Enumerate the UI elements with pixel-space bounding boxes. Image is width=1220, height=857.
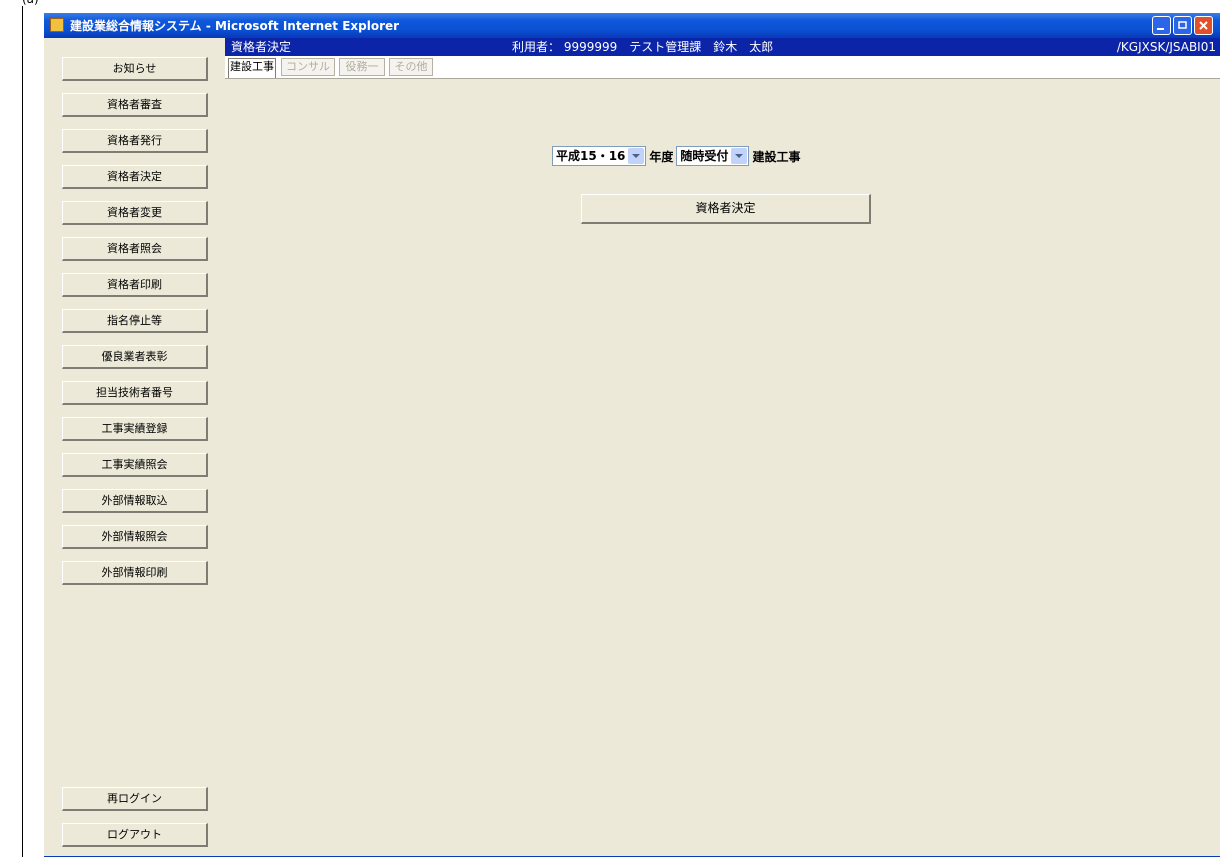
screen-id: /KGJXSK/JSABI01 bbox=[1116, 40, 1216, 54]
restore-icon bbox=[1178, 21, 1187, 29]
sidebar-item-qualification-issue[interactable]: 資格者発行 bbox=[62, 129, 208, 153]
tab-strip: 建設工事 コンサル 役務一 その他 bbox=[225, 56, 1220, 79]
sidebar-item-qualification-inquiry[interactable]: 資格者照会 bbox=[62, 237, 208, 261]
window-title: 建設業総合情報システム - Microsoft Internet Explore… bbox=[70, 19, 400, 33]
header-bar: 資格者決定 利用者： 9999999 テスト管理課 鈴木 太郎 /KGJXSK/… bbox=[225, 38, 1220, 56]
fiscal-year-value: 平成15・16 bbox=[556, 149, 626, 163]
sidebar-item-qualification-print[interactable]: 資格者印刷 bbox=[62, 273, 208, 297]
logout-button[interactable]: ログアウト bbox=[62, 823, 208, 847]
chevron-down-icon bbox=[731, 148, 748, 164]
figure-caption: (a) bbox=[22, 0, 39, 8]
sidebar-item-suspension[interactable]: 指名停止等 bbox=[62, 309, 208, 333]
sidebar-menu: お知らせ 資格者審査 資格者発行 資格者決定 資格者変更 資格者照会 資格者印刷… bbox=[44, 38, 220, 857]
sidebar-item-qualification-review[interactable]: 資格者審査 bbox=[62, 93, 208, 117]
sidebar-item-qualification-decision[interactable]: 資格者決定 bbox=[62, 165, 208, 189]
tab-services[interactable]: 役務一 bbox=[339, 58, 385, 76]
sidebar-item-commendation[interactable]: 優良業者表彰 bbox=[62, 345, 208, 369]
sidebar-item-external-print[interactable]: 外部情報印刷 bbox=[62, 561, 208, 585]
sidebar-item-qualification-change[interactable]: 資格者変更 bbox=[62, 201, 208, 225]
close-icon bbox=[1199, 21, 1208, 30]
sidebar-item-external-inquiry[interactable]: 外部情報照会 bbox=[62, 525, 208, 549]
fiscal-year-suffix: 年度 bbox=[649, 149, 674, 164]
tab-construction[interactable]: 建設工事 bbox=[228, 58, 276, 78]
minimize-icon bbox=[1157, 28, 1164, 30]
reception-type-select[interactable]: 随時受付 bbox=[676, 146, 750, 166]
fiscal-year-select[interactable]: 平成15・16 bbox=[552, 146, 647, 166]
minimize-button[interactable] bbox=[1152, 16, 1171, 35]
page-title: 資格者決定 bbox=[231, 40, 292, 54]
tab-consulting[interactable]: コンサル bbox=[281, 58, 335, 76]
sidebar-item-notices[interactable]: お知らせ bbox=[62, 57, 208, 81]
user-info: 利用者： 9999999 テスト管理課 鈴木 太郎 bbox=[512, 40, 774, 54]
app-icon bbox=[50, 18, 64, 32]
browser-window: 建設業総合情報システム - Microsoft Internet Explore… bbox=[44, 13, 1220, 857]
close-button[interactable] bbox=[1194, 16, 1213, 35]
frame-border bbox=[22, 6, 23, 857]
sidebar-item-external-import[interactable]: 外部情報取込 bbox=[62, 489, 208, 513]
filter-row: 平成15・16 年度 随時受付 建設工事 bbox=[552, 146, 803, 168]
main-panel: 資格者決定 利用者： 9999999 テスト管理課 鈴木 太郎 /KGJXSK/… bbox=[225, 38, 1220, 857]
relogin-button[interactable]: 再ログイン bbox=[62, 787, 208, 811]
reception-type-value: 随時受付 bbox=[680, 149, 729, 163]
qualification-decide-button[interactable]: 資格者決定 bbox=[581, 194, 871, 224]
sidebar-item-work-record-register[interactable]: 工事実績登録 bbox=[62, 417, 208, 441]
window-title-bar: 建設業総合情報システム - Microsoft Internet Explore… bbox=[44, 13, 1220, 38]
sidebar-item-engineer-number[interactable]: 担当技術者番号 bbox=[62, 381, 208, 405]
sidebar-item-work-record-inquiry[interactable]: 工事実績照会 bbox=[62, 453, 208, 477]
category-label: 建設工事 bbox=[752, 149, 801, 164]
restore-button[interactable] bbox=[1173, 16, 1192, 35]
chevron-down-icon bbox=[628, 148, 645, 164]
tab-other[interactable]: その他 bbox=[389, 58, 433, 76]
